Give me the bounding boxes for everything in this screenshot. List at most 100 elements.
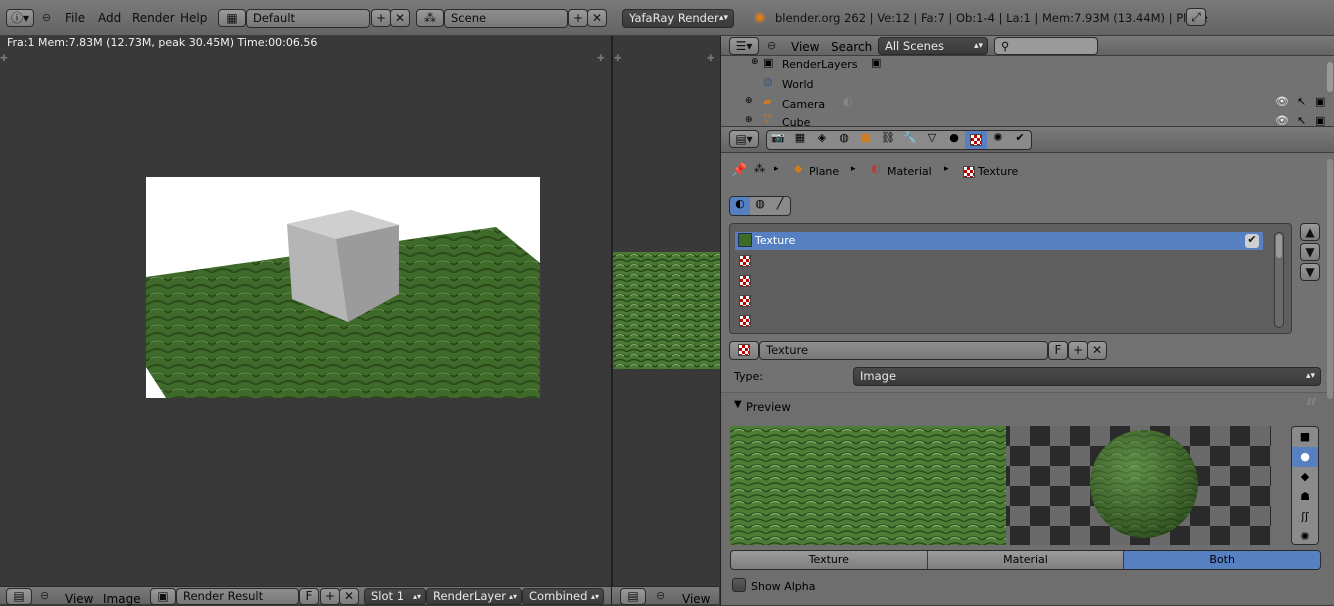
fullscreen-icon[interactable]: ⤢ <box>1186 8 1206 26</box>
selectable-cursor-icon[interactable]: ↖ <box>1297 95 1306 108</box>
render-pass-select[interactable]: Combined ▴▾ <box>522 588 604 605</box>
delete-scene-button[interactable]: ✕ <box>587 9 607 27</box>
collapse-menu-icon[interactable]: ⊖ <box>656 589 665 602</box>
preview-tab-both[interactable]: Both <box>1124 551 1320 569</box>
screen-layout-field[interactable]: Default <box>246 9 370 28</box>
preview-sphere-icon[interactable]: ● <box>1292 447 1318 467</box>
scene-tab-icon[interactable]: ◈ <box>811 131 833 149</box>
expand-icon[interactable]: ⊕ <box>751 57 759 67</box>
properties-scrollbar[interactable] <box>1327 159 1333 399</box>
renderable-camera-icon[interactable]: ▣ <box>1315 95 1325 108</box>
area-corner-icon[interactable]: ✚ <box>614 54 622 64</box>
menu-view[interactable]: View <box>791 40 819 54</box>
add-layout-button[interactable]: + <box>371 9 391 27</box>
editor-type-properties-icon[interactable]: ▤▾ <box>729 130 759 148</box>
collapse-menu-icon[interactable]: ⊖ <box>767 39 776 52</box>
brush-texture-context-icon[interactable]: ╱ <box>770 197 790 215</box>
new-texture-button[interactable]: + <box>1068 341 1088 360</box>
new-image-button[interactable]: + <box>320 588 340 605</box>
fake-user-button[interactable]: F <box>1048 341 1068 360</box>
menu-view[interactable]: View <box>682 592 710 606</box>
texture-slot-item[interactable] <box>735 272 1263 290</box>
world-texture-context-icon[interactable]: ◍ <box>750 197 770 215</box>
selectable-cursor-icon[interactable]: ↖ <box>1297 114 1306 126</box>
texture-browse-button[interactable] <box>729 341 759 360</box>
texture-image-area[interactable]: ✚ ✚ <box>612 36 720 586</box>
menu-file[interactable]: File <box>65 0 85 35</box>
scene-icon[interactable]: ⁂ <box>416 9 444 27</box>
particles-tab-icon[interactable]: ✺ <box>987 131 1009 149</box>
texture-slot-enabled-checkbox[interactable]: ✔ <box>1245 234 1259 248</box>
preview-sky-icon[interactable]: ✺ <box>1292 527 1318 544</box>
outliner-item-world[interactable]: World <box>782 78 814 91</box>
editor-type-outliner-icon[interactable]: ☰▾ <box>729 37 759 55</box>
image-browse-icon[interactable]: ▣ <box>150 588 176 605</box>
texture-type-select[interactable]: Image ▴▾ <box>853 367 1321 386</box>
move-slot-up-button[interactable]: ▲ <box>1300 223 1320 241</box>
collapse-menu-icon[interactable]: ⊖ <box>42 11 51 24</box>
editor-type-info-icon[interactable]: ⓘ▾ <box>6 9 34 27</box>
fake-user-button[interactable]: F <box>299 588 319 605</box>
preview-tab-texture[interactable]: Texture <box>731 551 928 569</box>
texture-name-field[interactable]: Texture <box>759 341 1048 360</box>
world-tab-icon[interactable]: ◍ <box>833 131 855 149</box>
unlink-texture-button[interactable]: ✕ <box>1087 341 1107 360</box>
screen-layout-icon[interactable]: ▦ <box>218 9 246 27</box>
object-data-tab-icon[interactable]: ▽ <box>921 131 943 149</box>
texture-tab-icon[interactable] <box>965 131 987 149</box>
unlink-image-button[interactable]: ✕ <box>339 588 359 605</box>
properties-area[interactable]: ▤▾ 📷 ▦ ◈ ◍ ■ ⛓ 🔧 ▽ ● ✺ ✔ 📌 ⁂ ▸ ◆ Plane ▸… <box>720 127 1334 605</box>
visibility-eye-icon[interactable]: 👁 <box>1275 95 1289 108</box>
render-tab-icon[interactable]: 📷 <box>767 131 789 149</box>
preview-cube-icon[interactable]: ◆ <box>1292 467 1318 487</box>
menu-help[interactable]: Help <box>180 0 207 35</box>
outliner-item-renderlayers[interactable]: RenderLayers <box>782 58 858 71</box>
texture-slot-item[interactable] <box>735 312 1263 330</box>
expand-icon[interactable]: ⊕ <box>745 96 753 106</box>
outliner-filter-select[interactable]: All Scenes ▴▾ <box>878 37 988 55</box>
renderlayers-tab-icon[interactable]: ▦ <box>789 131 811 149</box>
visibility-eye-icon[interactable]: 👁 <box>1275 114 1289 126</box>
material-tab-icon[interactable]: ● <box>943 131 965 149</box>
editor-type-image-icon[interactable]: ▤ <box>620 588 646 605</box>
menu-add[interactable]: Add <box>98 0 121 35</box>
texture-slot-item[interactable] <box>735 292 1263 310</box>
renderlayer-select[interactable]: RenderLayer ▴▾ <box>426 588 522 605</box>
panel-drag-handle[interactable]: ⫽⫽ <box>1307 397 1316 408</box>
menu-view[interactable]: View <box>65 592 93 606</box>
preview-tab-material[interactable]: Material <box>928 551 1125 569</box>
physics-tab-icon[interactable]: ✔ <box>1009 131 1031 149</box>
add-scene-button[interactable]: + <box>568 9 588 27</box>
texture-slot-item[interactable]: Texture ✔ <box>735 232 1263 250</box>
menu-search[interactable]: Search <box>831 40 872 54</box>
panel-collapse-icon[interactable]: ▼ <box>734 399 742 410</box>
editor-type-image-icon[interactable]: ▤ <box>6 588 32 605</box>
slot-specials-button[interactable]: ▼ <box>1300 263 1320 281</box>
outliner-scrollbar[interactable] <box>1327 62 1333 92</box>
renderable-camera-icon[interactable]: ▣ <box>1315 114 1325 126</box>
texture-slot-list[interactable]: Texture ✔ <box>729 223 1292 334</box>
outliner-area[interactable]: ☰▾ ⊖ View Search All Scenes ▴▾ ⚲ ⊕ ▣ Ren… <box>720 36 1334 126</box>
preview-monkey-icon[interactable]: ☗ <box>1292 487 1318 507</box>
pin-icon[interactable]: 📌 <box>731 163 747 178</box>
texture-slot-item[interactable] <box>735 252 1263 270</box>
image-editor-area[interactable]: Fra:1 Mem:7.83M (12.73M, peak 30.45M) Ti… <box>0 36 611 586</box>
area-split-line[interactable] <box>611 36 612 605</box>
constraints-tab-icon[interactable]: ⛓ <box>877 131 899 149</box>
outliner-row[interactable]: ◍ World <box>721 75 1334 93</box>
outliner-item-camera[interactable]: Camera <box>782 98 825 111</box>
area-corner-icon[interactable]: ✚ <box>707 54 715 64</box>
outliner-row[interactable]: ⊕ ▰ Camera ◐ 👁 ↖ ▣ <box>721 95 1334 113</box>
show-alpha-checkbox[interactable] <box>732 578 746 592</box>
area-corner-icon[interactable]: ✚ <box>597 54 605 64</box>
preview-plane-icon[interactable]: ■ <box>1292 427 1318 447</box>
delete-layout-button[interactable]: ✕ <box>390 9 410 27</box>
modifiers-tab-icon[interactable]: 🔧 <box>899 131 921 149</box>
scene-field[interactable]: Scene <box>444 9 568 28</box>
outliner-row[interactable]: ⊕ ▣ RenderLayers ▣ <box>721 56 1334 74</box>
outliner-item-cube[interactable]: Cube <box>782 116 810 126</box>
preview-panel-title[interactable]: Preview <box>746 400 791 414</box>
scrollbar-thumb[interactable] <box>1276 234 1282 258</box>
area-corner-icon[interactable]: ✚ <box>0 54 8 64</box>
preview-hair-icon[interactable]: ʃʃ <box>1292 507 1318 527</box>
